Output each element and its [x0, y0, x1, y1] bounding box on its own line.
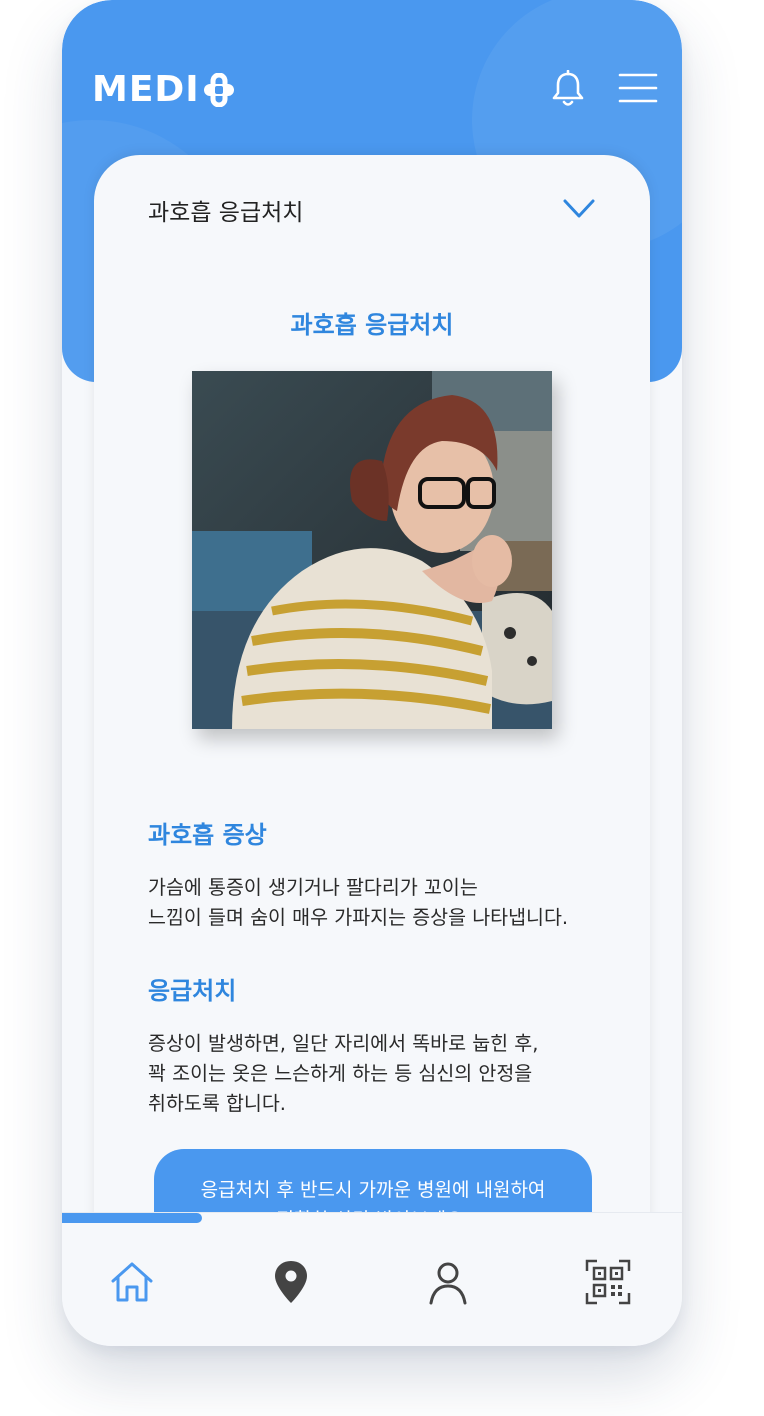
symptom-description: 가슴에 통증이 생기거나 팔다리가 꼬이는 느낌이 들며 숨이 매우 가파지는 …: [148, 876, 569, 929]
user-icon: [429, 1262, 467, 1305]
location-pin-icon: [275, 1261, 307, 1303]
topic-dropdown-label[interactable]: 과호흡 응급처치: [148, 193, 303, 227]
nav-location[interactable]: [266, 1257, 316, 1307]
app-logo[interactable]: MEDI: [92, 70, 236, 110]
nav-home[interactable]: [107, 1257, 157, 1307]
bell-icon[interactable]: [550, 70, 586, 108]
section-title: 과호흡 응급처치: [290, 311, 454, 339]
scroll-progress-bar: [62, 1213, 202, 1223]
nav-qr[interactable]: [583, 1257, 633, 1307]
bottom-navigation: [62, 1212, 682, 1346]
phone-frame: MEDI 과호흡 응급처치 과호흡 응급처치 과호흡 증상 가슴에 통증이 생기…: [62, 0, 682, 1346]
chevron-down-icon[interactable]: [562, 197, 596, 221]
symptom-photo: [192, 371, 552, 729]
qr-code-icon: [585, 1259, 631, 1305]
logo-plus-icon: [203, 73, 234, 107]
first-aid-description: 증상이 발생하면, 일단 자리에서 똑바로 눕힌 후, 꽉 조이는 옷은 느슨하…: [148, 1032, 539, 1115]
logo-text: MEDI: [92, 69, 200, 110]
person-coughing-illustration: [192, 371, 552, 729]
first-aid-heading: 응급처치: [148, 977, 237, 1005]
nav-profile[interactable]: [423, 1257, 473, 1307]
menu-icon[interactable]: [618, 72, 658, 104]
symptom-heading: 과호흡 증상: [148, 821, 267, 849]
home-icon: [111, 1262, 153, 1302]
content-card: 과호흡 응급처치 과호흡 응급처치 과호흡 증상 가슴에 통증이 생기거나 팔다…: [94, 155, 650, 1275]
